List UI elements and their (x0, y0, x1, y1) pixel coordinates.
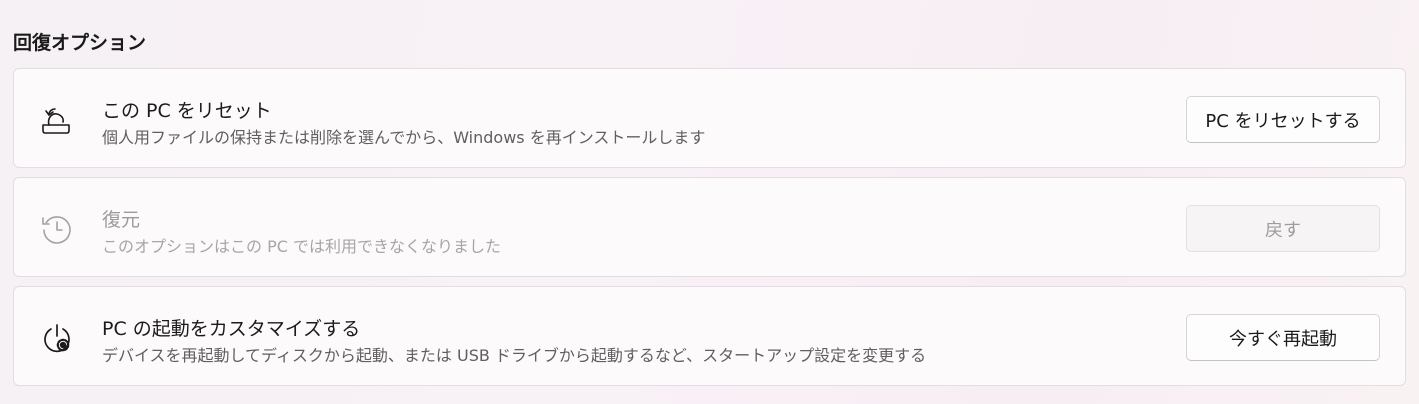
restart-now-button[interactable]: 今すぐ再起動 (1186, 314, 1380, 361)
go-back-button[interactable]: 戻す (1186, 205, 1380, 252)
reset-pc-icon (40, 103, 74, 137)
advanced-startup-title: PC の起動をカスタマイズする (102, 318, 361, 340)
power-settings-icon (40, 321, 74, 355)
advanced-startup-description: デバイスを再起動してディスクから起動、または USB ドライブから起動するなど、… (102, 346, 927, 365)
reset-pc-button[interactable]: PC をリセットする (1186, 96, 1380, 143)
history-icon (40, 212, 74, 246)
restore-card: 復元 このオプションはこの PC では利用できなくなりました 戻す (13, 177, 1406, 277)
reset-pc-title: この PC をリセット (102, 100, 272, 122)
reset-pc-card: この PC をリセット 個人用ファイルの保持または削除を選んでから、Window… (13, 68, 1406, 168)
restore-description: このオプションはこの PC では利用できなくなりました (102, 237, 501, 256)
reset-pc-description: 個人用ファイルの保持または削除を選んでから、Windows を再インストールしま… (102, 128, 706, 147)
restore-title: 復元 (102, 209, 141, 231)
advanced-startup-card: PC の起動をカスタマイズする デバイスを再起動してディスクから起動、または U… (13, 286, 1406, 386)
section-title: 回復オプション (13, 32, 147, 54)
